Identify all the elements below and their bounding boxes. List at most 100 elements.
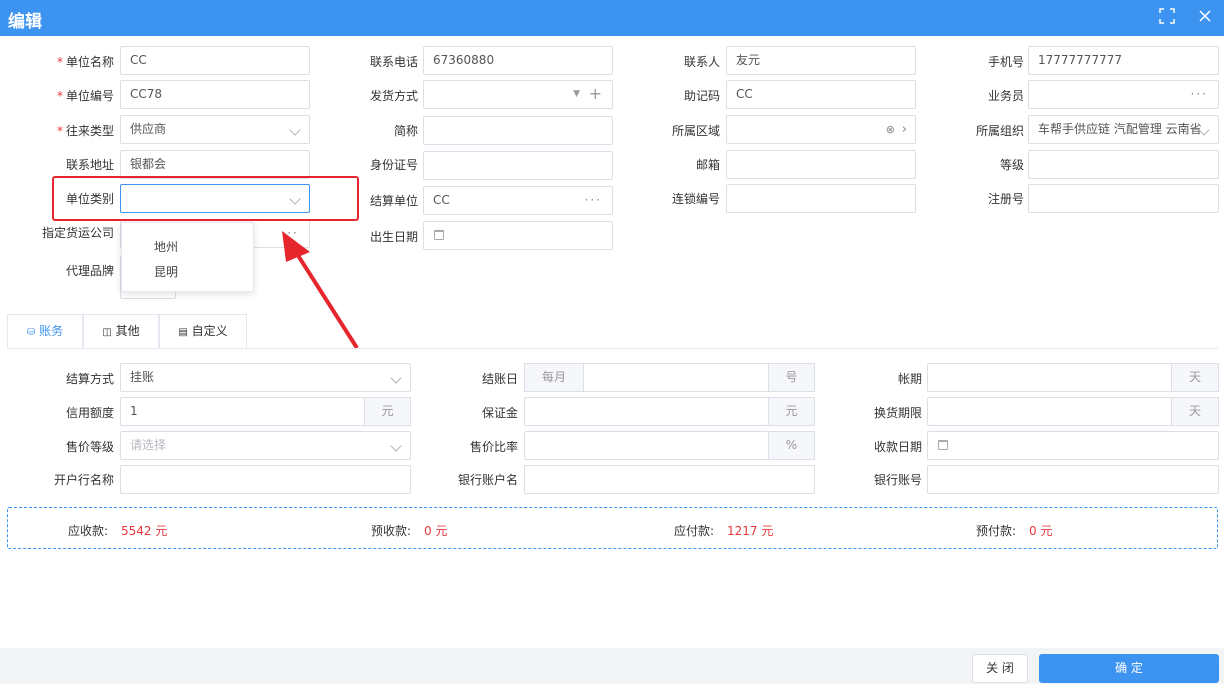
credit-label: 信用额度 bbox=[65, 406, 114, 420]
type-label: * 往来类型 bbox=[56, 124, 114, 138]
address-label: 联系地址 bbox=[65, 158, 114, 172]
bank-account-input[interactable] bbox=[927, 465, 1219, 494]
chevron-down-icon bbox=[289, 124, 301, 136]
prereceived-label: 预收款: bbox=[371, 524, 412, 538]
ship-method-select[interactable]: ▼ + bbox=[423, 80, 613, 109]
chevron-down-icon bbox=[390, 440, 402, 452]
ship-method-label: 发货方式 bbox=[369, 89, 418, 103]
reg-no-input[interactable] bbox=[1028, 184, 1219, 213]
clear-icon[interactable]: ⊗ bbox=[886, 116, 895, 143]
bank-account-name-input[interactable] bbox=[524, 465, 815, 494]
more-icon[interactable]: ··· bbox=[585, 187, 602, 214]
contact-label: 联系人 bbox=[683, 55, 720, 69]
payable-label: 应付款: bbox=[674, 524, 715, 538]
email-input[interactable] bbox=[726, 150, 916, 179]
address-input[interactable]: 银都会 bbox=[120, 150, 310, 179]
contact-input[interactable]: 友元 bbox=[726, 46, 916, 75]
mnemonic-input[interactable]: CC bbox=[726, 80, 916, 109]
credit-suffix: 元 bbox=[364, 397, 411, 426]
category-dropdown: 地州 昆明 bbox=[121, 222, 254, 292]
collect-date-input[interactable] bbox=[927, 431, 1219, 460]
level-input[interactable] bbox=[1028, 150, 1219, 179]
close-day-prefix: 每月 bbox=[524, 363, 584, 392]
plus-icon[interactable]: + bbox=[589, 81, 602, 107]
short-name-input[interactable] bbox=[423, 116, 613, 145]
email-label: 邮箱 bbox=[695, 158, 720, 172]
chevron-right-icon[interactable]: › bbox=[902, 116, 907, 143]
highlight-box bbox=[52, 176, 359, 221]
receivable-value: 5542 元 bbox=[121, 524, 168, 538]
credit-input[interactable]: 1 bbox=[120, 397, 365, 426]
short-name-label: 简称 bbox=[393, 124, 418, 138]
reg-no-label: 注册号 bbox=[987, 192, 1024, 206]
term-input[interactable] bbox=[927, 363, 1172, 392]
calendar-icon bbox=[938, 440, 948, 450]
org-label: 所属组织 bbox=[975, 124, 1024, 138]
salesman-label: 业务员 bbox=[987, 89, 1024, 103]
bank-account-label: 银行账号 bbox=[873, 473, 922, 487]
exchange-limit-suffix: 天 bbox=[1171, 397, 1219, 426]
unit-code-label: * 单位编号 bbox=[56, 89, 114, 103]
price-level-select[interactable]: 请选择 bbox=[120, 431, 411, 460]
term-label: 帐期 bbox=[897, 372, 922, 386]
price-level-label: 售价等级 bbox=[65, 440, 114, 454]
tab-account[interactable]: ⛁ 账务 bbox=[7, 314, 83, 349]
price-ratio-input[interactable] bbox=[524, 431, 769, 460]
form-icon: ▤ bbox=[178, 327, 188, 338]
dialog-titlebar: 编辑 bbox=[0, 0, 1224, 36]
database-icon: ⛁ bbox=[26, 327, 36, 338]
birth-date-input[interactable] bbox=[423, 221, 613, 250]
mobile-label: 手机号 bbox=[987, 55, 1024, 69]
mnemonic-label: 助记码 bbox=[683, 89, 720, 103]
balance-summary: 应收款: 5542 元 预收款: 0 元 应付款: 1217 元 预付款: 0 … bbox=[7, 507, 1218, 549]
category-option-1[interactable]: 地州 bbox=[154, 238, 178, 255]
deposit-input[interactable] bbox=[524, 397, 769, 426]
bank-name-label: 开户行名称 bbox=[53, 473, 114, 487]
phone-label: 联系电话 bbox=[369, 55, 418, 69]
exchange-limit-input[interactable] bbox=[927, 397, 1172, 426]
close-day-label: 结账日 bbox=[481, 372, 518, 386]
chevron-down-icon bbox=[390, 372, 402, 384]
more-icon[interactable]: ··· bbox=[1191, 81, 1208, 108]
settle-unit-input[interactable]: CC ··· bbox=[423, 186, 613, 215]
collect-date-label: 收款日期 bbox=[873, 440, 922, 454]
term-suffix: 天 bbox=[1171, 363, 1219, 392]
exchange-limit-label: 换货期限 bbox=[873, 406, 922, 420]
category-option-2[interactable]: 昆明 bbox=[154, 263, 178, 280]
prereceived-value: 0 元 bbox=[424, 524, 448, 538]
settle-method-select[interactable]: 挂账 bbox=[120, 363, 411, 392]
bank-account-name-label: 银行账户名 bbox=[457, 473, 518, 487]
id-card-input[interactable] bbox=[423, 151, 613, 180]
bank-name-input[interactable] bbox=[120, 465, 411, 494]
unit-code-input[interactable]: CC78 bbox=[120, 80, 310, 109]
deposit-label: 保证金 bbox=[481, 406, 518, 420]
org-select[interactable]: 车帮手供应链 汽配管理 云南省 bbox=[1028, 115, 1219, 144]
unit-name-input[interactable]: CC bbox=[120, 46, 310, 75]
id-card-label: 身份证号 bbox=[369, 158, 418, 172]
unit-name-label: * 单位名称 bbox=[56, 55, 114, 69]
settle-method-label: 结算方式 bbox=[65, 372, 114, 386]
chain-code-label: 连锁编号 bbox=[671, 192, 720, 206]
close-button[interactable]: 关 闭 bbox=[972, 654, 1028, 683]
bag-icon: ◫ bbox=[102, 327, 112, 338]
annotation-arrow bbox=[282, 231, 359, 350]
region-label: 所属区域 bbox=[671, 124, 720, 138]
tab-other[interactable]: ◫ 其他 bbox=[83, 314, 159, 349]
payable-value: 1217 元 bbox=[727, 524, 774, 538]
brand-label: 代理品牌 bbox=[65, 264, 114, 278]
phone-input[interactable]: 67360880 bbox=[423, 46, 613, 75]
region-select[interactable]: ⊗ › bbox=[726, 115, 916, 144]
receivable-label: 应收款: bbox=[68, 524, 109, 538]
chain-code-input[interactable] bbox=[726, 184, 916, 213]
tab-divider bbox=[7, 348, 1218, 349]
mobile-input[interactable]: 17777777777 bbox=[1028, 46, 1219, 75]
confirm-button[interactable]: 确 定 bbox=[1039, 654, 1219, 683]
type-select[interactable]: 供应商 bbox=[120, 115, 310, 144]
salesman-input[interactable]: ··· bbox=[1028, 80, 1219, 109]
tab-custom[interactable]: ▤ 自定义 bbox=[159, 314, 247, 349]
fullscreen-icon[interactable] bbox=[1156, 5, 1178, 27]
price-ratio-label: 售价比率 bbox=[469, 440, 518, 454]
close-icon[interactable] bbox=[1194, 5, 1216, 27]
calendar-icon bbox=[434, 230, 444, 240]
close-day-input[interactable] bbox=[583, 363, 769, 392]
